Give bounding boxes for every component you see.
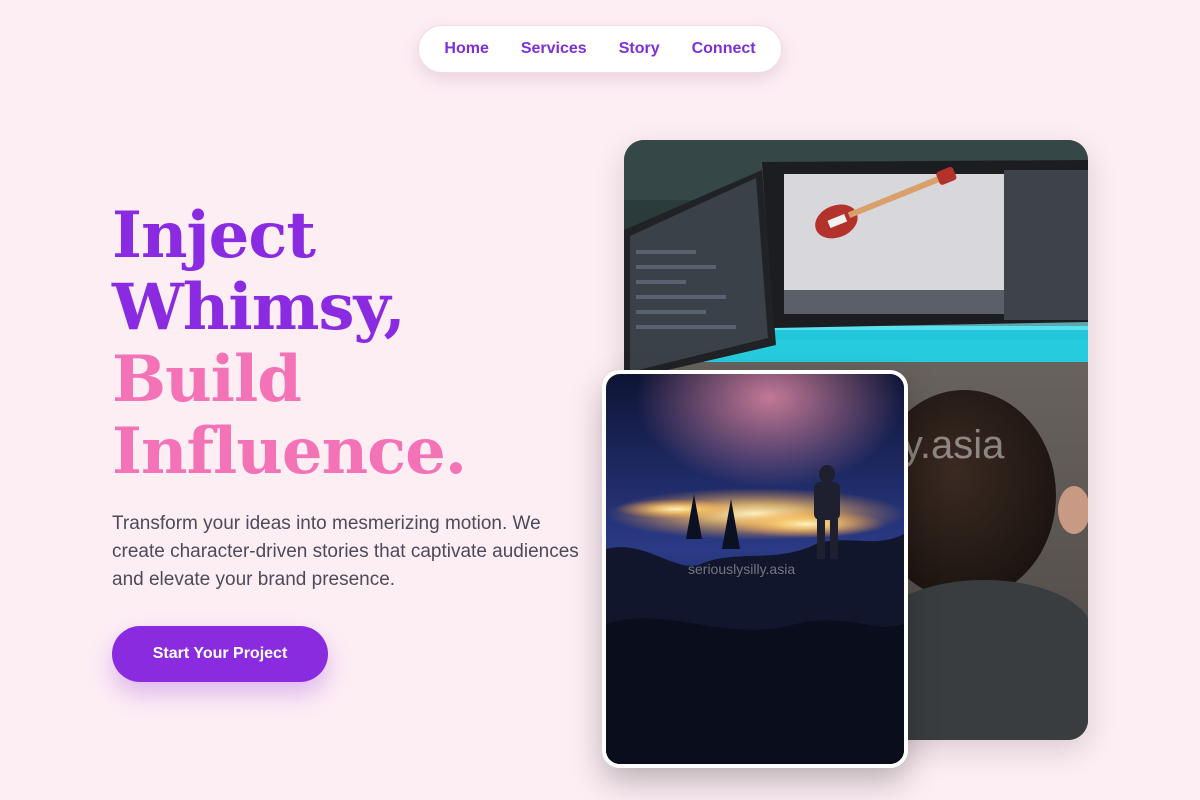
hero-description: Transform your ideas into mesmerizing mo… bbox=[112, 513, 579, 590]
nav-connect-link[interactable]: Connect bbox=[692, 40, 756, 58]
start-project-button[interactable]: Start Your Project bbox=[112, 626, 328, 682]
top-navigation: Home Services Story Connect bbox=[418, 25, 782, 73]
headline-line-build: Build bbox=[112, 342, 302, 417]
nav-story-link[interactable]: Story bbox=[619, 40, 660, 58]
nav-home-link[interactable]: Home bbox=[444, 40, 488, 58]
headline-line-influence: Influence. bbox=[112, 414, 467, 489]
hero-headline: Inject Whimsy, Build Influence. bbox=[112, 200, 612, 488]
headline-line-whimsy: Whimsy, bbox=[112, 270, 406, 345]
main-image-watermark: ly.asia bbox=[894, 423, 1005, 467]
small-image-watermark: seriouslysilly.asia bbox=[688, 561, 795, 577]
nav-services-link[interactable]: Services bbox=[521, 40, 587, 58]
headline-line-inject: Inject bbox=[112, 198, 316, 273]
astronaut-scene-image: seriouslysilly.asia bbox=[602, 370, 908, 768]
